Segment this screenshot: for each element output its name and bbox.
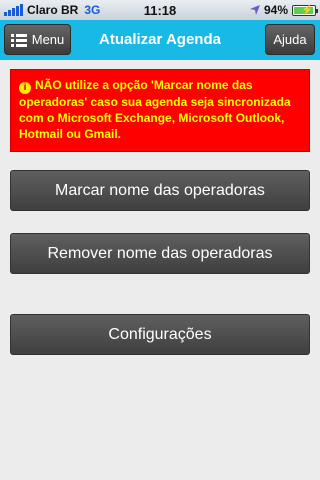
menu-button[interactable]: Menu xyxy=(4,24,71,55)
menu-button-label: Menu xyxy=(31,32,65,47)
battery-charging-icon: ⚡ xyxy=(292,4,318,16)
remove-operators-button[interactable]: Remover nome das operadoras xyxy=(10,233,310,274)
mark-operators-button[interactable]: Marcar nome das operadoras xyxy=(10,170,310,211)
battery-percent: 94% xyxy=(263,3,288,17)
help-button[interactable]: Ajuda xyxy=(265,24,315,55)
warning-text: NÃO utilize a opção 'Marcar nome das ope… xyxy=(19,78,291,141)
settings-button[interactable]: Configurações xyxy=(10,314,310,355)
network-type: 3G xyxy=(84,3,101,17)
warning-box: i NÃO utilize a opção 'Marcar nome das op… xyxy=(10,69,310,152)
signal-bars-icon xyxy=(4,4,23,16)
navigation-bar: Atualizar Agenda Menu Ajuda xyxy=(0,20,320,60)
help-button-label: Ajuda xyxy=(273,32,307,47)
location-arrow-icon xyxy=(249,5,260,15)
menu-list-icon xyxy=(10,33,27,47)
status-bar: Claro BR 3G 11:18 94% ⚡ xyxy=(0,0,320,20)
info-icon: i xyxy=(19,82,31,94)
carrier-name: Claro BR xyxy=(27,3,79,17)
